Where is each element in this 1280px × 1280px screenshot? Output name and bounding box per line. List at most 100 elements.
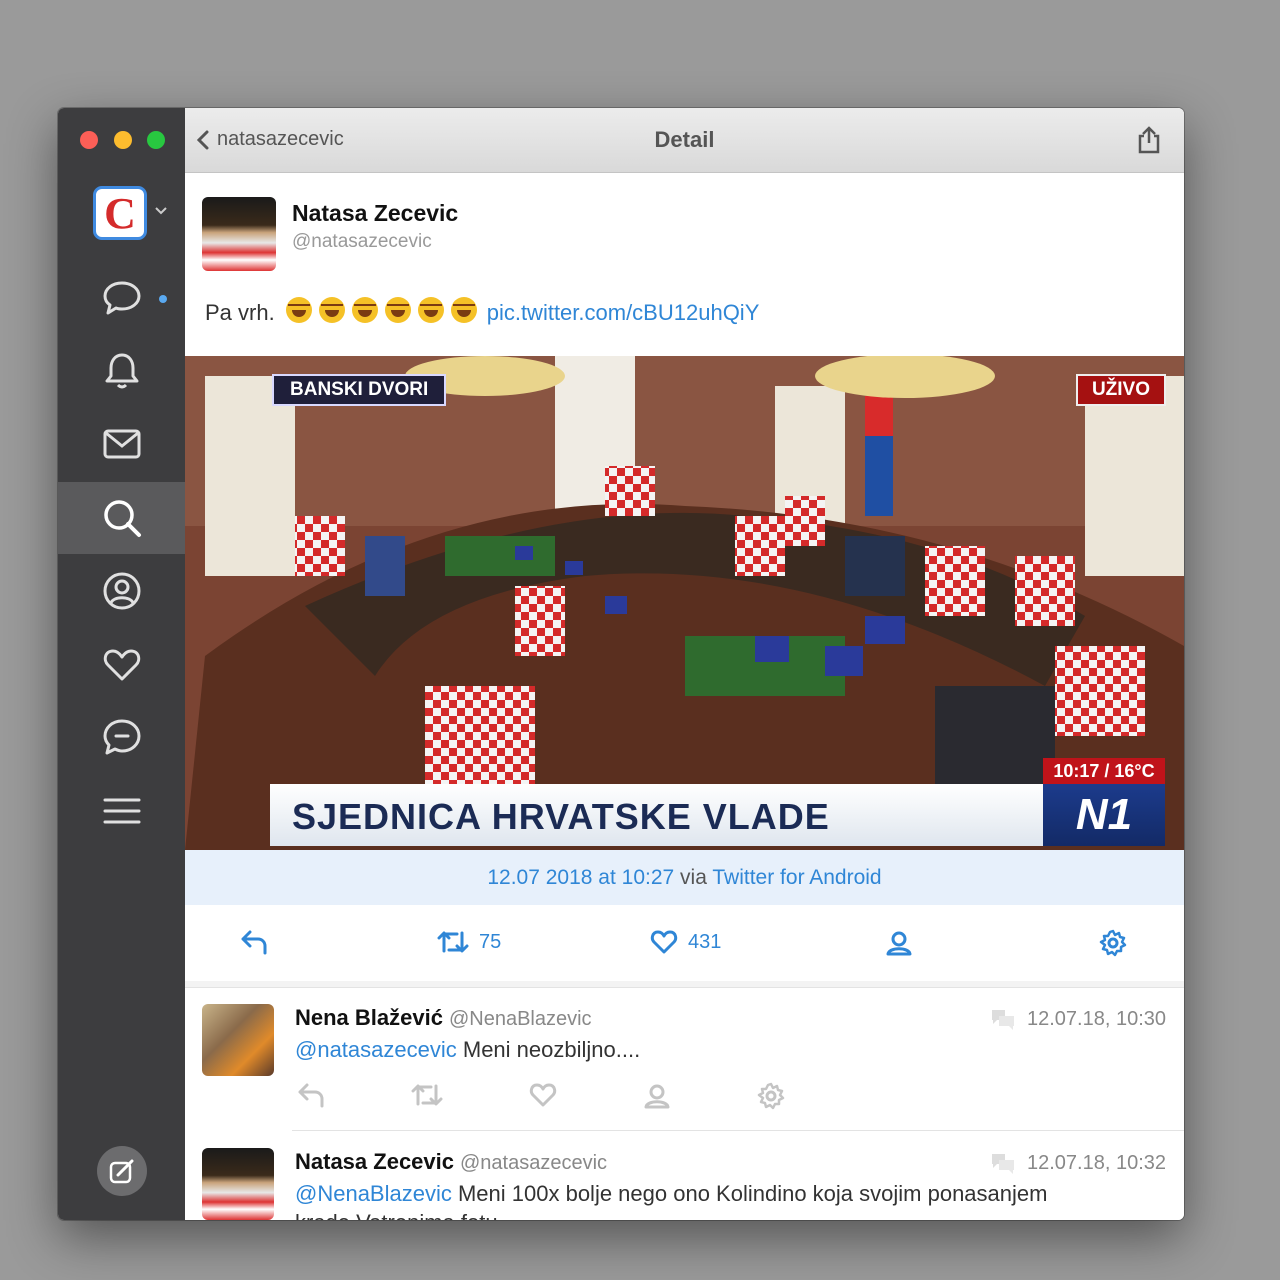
media-caption-location: BANSKI DVORI — [272, 374, 447, 406]
compose-icon — [109, 1159, 134, 1184]
laughing-emoji-icon — [351, 297, 378, 323]
reply-handle: @natasazecevic — [460, 1152, 608, 1174]
media-headline-bar: SJEDNICA HRVATSKE VLADE — [270, 784, 1045, 846]
reply-body: Meni neozbiljno.... — [456, 1037, 641, 1062]
reply-text: @natasazecevic Meni neozbiljno.... — [295, 1037, 640, 1063]
channel-logo: N1 — [1043, 784, 1165, 846]
media-headline: SJEDNICA HRVATSKE VLADE — [292, 796, 830, 837]
reply-author[interactable]: Natasa Zecevic @natasazecevic — [295, 1149, 607, 1175]
minimize-window-button[interactable] — [114, 131, 132, 149]
author-handle[interactable]: @natasazecevic — [292, 231, 432, 253]
compose-button[interactable] — [97, 1146, 147, 1196]
conversation-icon — [991, 1010, 1014, 1030]
bell-icon — [105, 353, 138, 389]
reply-time: 12.07.18, 10:30 — [1026, 1007, 1166, 1030]
reply-icon[interactable] — [297, 1082, 325, 1108]
section-divider — [185, 981, 1184, 988]
media-live-badge: UŽIVO — [1075, 374, 1166, 406]
sidebar-item-profile[interactable] — [58, 555, 185, 627]
laughing-emoji-icon — [384, 297, 411, 323]
close-window-button[interactable] — [80, 131, 98, 149]
laughing-emoji-icon — [450, 297, 477, 323]
gear-icon — [1099, 929, 1127, 957]
sidebar: C — [58, 108, 185, 1220]
sidebar-item-likes[interactable] — [58, 628, 185, 700]
reply-body: Meni 100x bolje nego ono Kolindino koja … — [451, 1181, 1048, 1206]
tweet-client[interactable]: Twitter for Android — [712, 866, 881, 889]
account-initial: C — [104, 188, 136, 238]
retweet-icon — [437, 931, 469, 953]
reply-actions — [297, 1082, 785, 1110]
reply-name: Natasa Zecevic — [295, 1149, 454, 1174]
chevron-down-icon[interactable] — [155, 206, 167, 216]
media-time-temp: 10:17 / 16°C — [1043, 758, 1165, 784]
reply-separator — [292, 1130, 1184, 1131]
tweet-meta: 12.07 2018 at 10:27 via Twitter for Andr… — [185, 850, 1184, 905]
laughing-emoji-icon — [417, 297, 444, 323]
tweet-body: Pa vrh. — [205, 300, 275, 325]
reply-mention[interactable]: @natasazecevic — [295, 1037, 457, 1062]
reply-timestamp: 12.07.18, 10:30 — [989, 1007, 1166, 1031]
retweet-button[interactable]: 75 — [437, 929, 501, 955]
sidebar-item-notifications[interactable] — [58, 335, 185, 407]
profile-icon — [103, 572, 140, 610]
main-panel: natasazecevic Detail Natasa Zecevic @nat… — [185, 108, 1184, 1220]
tweet-media-image[interactable]: BANSKI DVORI UŽIVO SJEDNICA HRVATSKE VLA… — [185, 356, 1184, 850]
reply-handle: @NenaBlazevic — [448, 1008, 592, 1030]
unread-dot — [159, 295, 167, 303]
like-button[interactable]: 431 — [650, 929, 721, 955]
reply-author[interactable]: Nena Blažević @NenaBlazevic — [295, 1005, 592, 1031]
author-avatar[interactable] — [202, 197, 276, 271]
user-actions-button[interactable] — [885, 929, 913, 957]
like-count: 431 — [688, 930, 722, 953]
tweet-link[interactable]: pic.twitter.com/cBU12uhQiY — [487, 300, 760, 326]
search-icon — [103, 500, 141, 537]
sidebar-item-conversations[interactable] — [58, 701, 185, 773]
laughing-emoji-icon — [318, 297, 345, 323]
gear-icon[interactable] — [757, 1082, 785, 1110]
retweet-icon[interactable] — [411, 1082, 443, 1108]
laughing-emoji-icon — [285, 297, 312, 323]
reply-icon — [241, 930, 267, 955]
zoom-window-button[interactable] — [147, 131, 165, 149]
settings-button[interactable] — [1099, 929, 1127, 957]
sidebar-item-timeline[interactable] — [58, 262, 185, 334]
tweet-actions: 75 431 — [185, 905, 1184, 982]
reply-avatar[interactable] — [202, 1004, 274, 1076]
tweet-text: Pa vrh. pic.twitter.com/cBU12uhQiY — [205, 297, 759, 329]
person-icon — [886, 931, 912, 956]
author-name[interactable]: Natasa Zecevic — [292, 200, 458, 227]
app-window: C natasazecevic Detail Natasa Zecevic @n… — [58, 108, 1184, 1220]
tweet-date[interactable]: 12.07 2018 at 10:27 — [487, 866, 674, 889]
conversation-icon — [991, 1154, 1014, 1174]
reply-button[interactable] — [240, 929, 268, 955]
meeting-photo — [185, 356, 1184, 850]
person-icon[interactable] — [643, 1082, 671, 1110]
sidebar-item-menu[interactable] — [58, 775, 185, 847]
heart-icon[interactable] — [529, 1082, 557, 1108]
heart-icon — [650, 930, 678, 954]
mail-icon — [103, 429, 140, 459]
reply-text-line2: krade Vatrenima fotu — [295, 1210, 498, 1220]
reply-text: @NenaBlazevic Meni 100x bolje nego ono K… — [295, 1181, 1047, 1207]
reply-item[interactable]: Nena Blažević @NenaBlazevic 12.07.18, 10:… — [185, 988, 1184, 1138]
message-icon — [103, 719, 140, 755]
reply-timestamp: 12.07.18, 10:32 — [989, 1151, 1166, 1175]
share-icon[interactable] — [1136, 126, 1162, 154]
menu-icon — [103, 798, 140, 824]
retweet-count: 75 — [479, 930, 502, 953]
heart-icon — [103, 649, 140, 681]
emoji-row — [279, 297, 477, 329]
page-title: Detail — [654, 127, 715, 152]
reply-item[interactable]: Natasa Zecevic @natasazecevic 12.07.18, 1… — [185, 1132, 1184, 1220]
account-avatar[interactable]: C — [93, 186, 147, 240]
sidebar-item-search[interactable] — [58, 482, 185, 554]
reply-avatar[interactable] — [202, 1148, 274, 1220]
sidebar-item-messages[interactable] — [58, 408, 185, 480]
via-label: via — [680, 866, 707, 889]
reply-name: Nena Blažević — [295, 1005, 443, 1030]
title-bar: natasazecevic Detail — [185, 108, 1184, 173]
reply-time: 12.07.18, 10:32 — [1026, 1151, 1166, 1174]
reply-mention[interactable]: @NenaBlazevic — [295, 1181, 452, 1206]
chat-bubble-icon — [103, 281, 140, 315]
